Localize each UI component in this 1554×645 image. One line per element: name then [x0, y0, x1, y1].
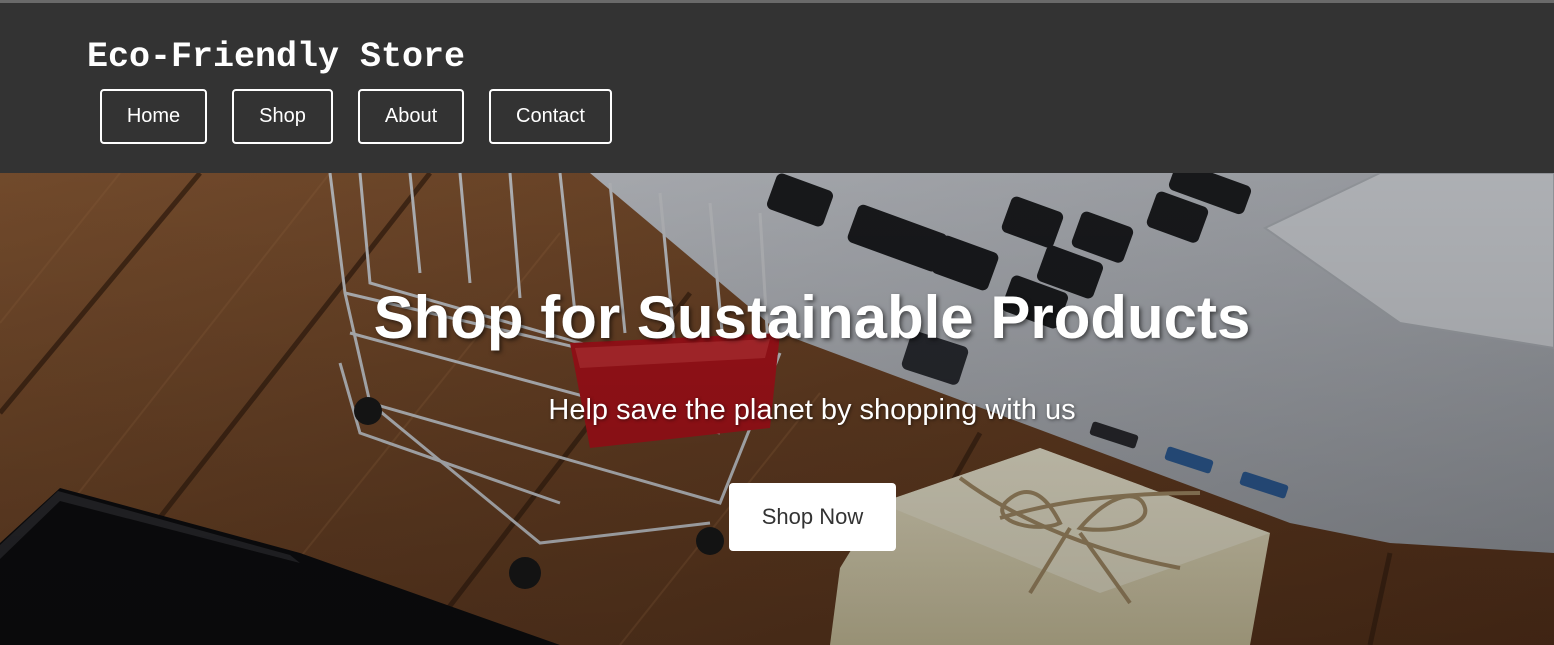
shop-now-button[interactable]: Shop Now — [729, 483, 896, 551]
hero-subtitle: Help save the planet by shopping with us — [548, 394, 1076, 426]
nav-home-button[interactable]: Home — [100, 89, 207, 144]
nav-shop-button[interactable]: Shop — [232, 89, 333, 144]
hero-title: Shop for Sustainable Products — [373, 284, 1251, 351]
hero-section: Shop for Sustainable Products Help save … — [0, 173, 1554, 645]
site-title: Eco-Friendly Store — [87, 37, 466, 77]
nav-about-button[interactable]: About — [358, 89, 464, 144]
site-header: Eco-Friendly Store Home Shop About Conta… — [0, 3, 1554, 173]
nav-contact-button[interactable]: Contact — [489, 89, 612, 144]
